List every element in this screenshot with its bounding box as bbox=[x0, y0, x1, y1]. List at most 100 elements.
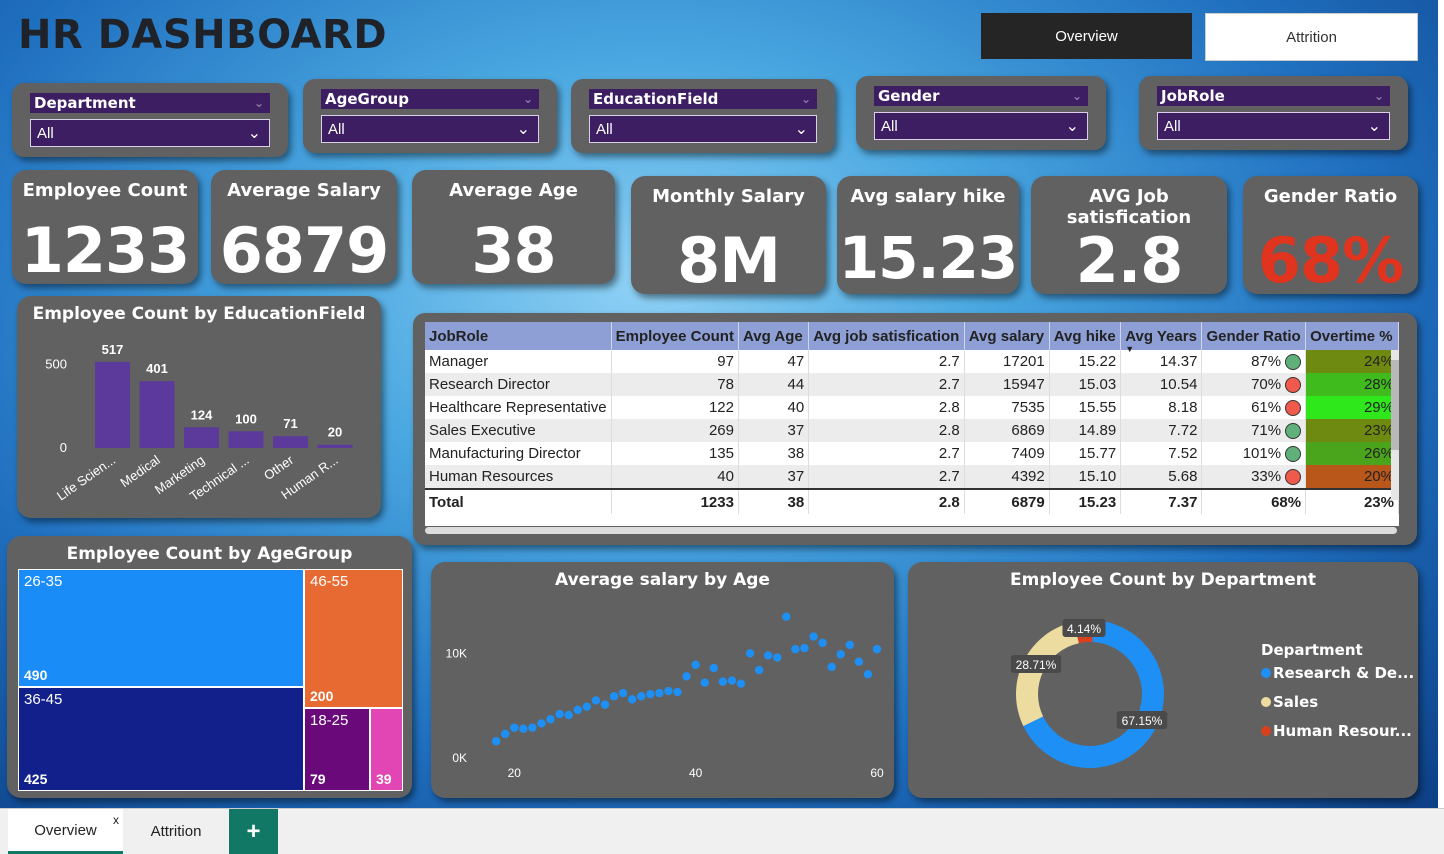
cell-avg-age: 38 bbox=[738, 442, 810, 465]
scatter-point bbox=[872, 644, 882, 654]
cell-gender-ratio: 33% bbox=[1201, 465, 1307, 489]
col-header-avg-age[interactable]: Avg Age bbox=[738, 322, 810, 350]
x-tick-label: 60 bbox=[870, 766, 884, 780]
overview-nav-button[interactable]: Overview bbox=[981, 13, 1192, 59]
scatter-point bbox=[745, 649, 755, 658]
kpi-avg-salary-hike: Avg salary hike 15.23 bbox=[837, 176, 1019, 294]
kpi-average-salary: Average Salary 6879 bbox=[211, 170, 397, 287]
scatter-point bbox=[528, 723, 537, 732]
kpi-avg-job-satisfaction: AVG Job satisfication 2.8 bbox=[1031, 176, 1227, 297]
treemap-tile-46-55[interactable]: 46-55 200 bbox=[304, 569, 403, 708]
cell-avg-age: 37 bbox=[738, 419, 810, 442]
cell-avg-hike: 15.77 bbox=[1049, 442, 1122, 465]
vertical-scrollbar[interactable] bbox=[1391, 350, 1399, 500]
col-header-gender-ratio[interactable]: Gender Ratio bbox=[1201, 322, 1307, 350]
cell-avg-age: 37 bbox=[738, 465, 810, 489]
scatter-point bbox=[827, 662, 836, 672]
agegroup-dropdown[interactable]: All ⌄ bbox=[321, 115, 539, 143]
scatter-point bbox=[637, 692, 646, 701]
y-tick-label: 0 bbox=[60, 440, 67, 455]
chevron-down-icon: ⌄ bbox=[800, 92, 811, 106]
treemap-tile-36-45[interactable]: 36-45 425 bbox=[18, 687, 304, 791]
col-header-overtime[interactable]: Overtime % bbox=[1305, 322, 1399, 350]
educationfield-dropdown[interactable]: All ⌄ bbox=[589, 115, 817, 143]
add-page-button[interactable]: + bbox=[229, 809, 278, 854]
scatter-point bbox=[582, 702, 592, 711]
table-row[interactable]: Manufacturing Director 135 38 2.7 7409 1… bbox=[425, 442, 1399, 465]
x-tick-label: Other bbox=[261, 452, 297, 483]
chevron-down-icon: ⌄ bbox=[516, 121, 530, 138]
cell-overtime: 24% bbox=[1305, 350, 1399, 373]
data-label: 4.14% bbox=[1067, 622, 1101, 636]
legend-item-human-resources[interactable]: Human Resour... bbox=[1261, 722, 1412, 740]
jobrole-dropdown[interactable]: All ⌄ bbox=[1157, 112, 1390, 140]
bar bbox=[317, 444, 353, 448]
scatter-point bbox=[491, 737, 501, 746]
treemap-tile-18-25[interactable]: 18-25 79 bbox=[304, 708, 370, 791]
department-slicer: Department ⌄ All ⌄ bbox=[12, 83, 288, 157]
scatter-point bbox=[627, 695, 637, 704]
cell-gender-ratio: 61% bbox=[1201, 396, 1307, 419]
table-row[interactable]: Manager 97 47 2.7 17201 15.22 14.37 87% … bbox=[425, 350, 1399, 373]
legend-item-research[interactable]: Research & De... bbox=[1261, 664, 1414, 682]
cell-employee-count: 269 bbox=[611, 419, 739, 442]
cell-total-hike: 15.23 bbox=[1049, 488, 1122, 514]
agegroup-slicer: AgeGroup ⌄ All ⌄ bbox=[303, 79, 557, 153]
bar bbox=[228, 431, 264, 448]
scatter-point bbox=[736, 679, 746, 688]
cell-gender-ratio: 71% bbox=[1201, 419, 1307, 442]
scatter-point bbox=[727, 676, 737, 685]
col-header-employee-count[interactable]: Employee Count bbox=[611, 322, 739, 350]
col-header-avg-years[interactable]: Avg Years ▼ bbox=[1120, 322, 1203, 354]
scatter-point bbox=[609, 692, 619, 701]
cell-avg-salary: 7535 bbox=[964, 396, 1050, 419]
attrition-nav-button[interactable]: Attrition bbox=[1205, 13, 1418, 61]
legend-dot-icon bbox=[1261, 697, 1271, 707]
table-row[interactable]: Sales Executive 269 37 2.8 6869 14.89 7.… bbox=[425, 419, 1399, 442]
agegroup-treemap-card: Employee Count by AgeGroup 26-35 490 36-4… bbox=[7, 536, 412, 798]
treemap-tile-26-35[interactable]: 26-35 490 bbox=[18, 569, 304, 687]
cell-avg-salary: 17201 bbox=[964, 350, 1050, 373]
x-tick-label: 20 bbox=[508, 766, 522, 780]
cell-overtime: 28% bbox=[1305, 373, 1399, 396]
col-header-avg-hike[interactable]: Avg hike bbox=[1049, 322, 1122, 350]
kpi-gender-ratio: Gender Ratio 68% bbox=[1243, 176, 1418, 297]
scatter-point bbox=[600, 700, 610, 709]
chart-title: Employee Count by AgeGroup bbox=[66, 544, 353, 564]
cell-employee-count: 78 bbox=[611, 373, 739, 396]
tab-overview[interactable]: Overview x bbox=[8, 809, 123, 854]
page-tab-bar: Overview x Attrition + bbox=[0, 808, 1444, 854]
horizontal-scrollbar[interactable] bbox=[425, 527, 1397, 534]
col-header-avg-job-satisfaction[interactable]: Avg job satisfication bbox=[808, 322, 965, 350]
cell-total-count: 1233 bbox=[611, 488, 739, 514]
table-row[interactable]: Human Resources 40 37 2.7 4392 15.10 5.6… bbox=[425, 465, 1399, 489]
department-dropdown[interactable]: All ⌄ bbox=[30, 119, 270, 147]
table-header-row: JobRole Employee Count Avg Age Avg job s… bbox=[425, 322, 1399, 354]
legend-item-sales[interactable]: Sales bbox=[1261, 693, 1318, 711]
col-header-jobrole[interactable]: JobRole bbox=[425, 322, 612, 350]
table-row[interactable]: Research Director 78 44 2.7 15947 15.03 … bbox=[425, 373, 1399, 396]
kpi-value: 8M bbox=[677, 224, 781, 297]
cell-employee-count: 122 bbox=[611, 396, 739, 419]
gender-dropdown[interactable]: All ⌄ bbox=[874, 112, 1088, 140]
cell-avg-years: 10.54 bbox=[1120, 373, 1203, 396]
dashboard-canvas: HR DASHBOARD Overview Attrition Departme… bbox=[0, 0, 1438, 808]
cell-avg-salary: 7409 bbox=[964, 442, 1050, 465]
status-dot-icon bbox=[1285, 377, 1302, 394]
cell-avg-satisfaction: 2.7 bbox=[808, 465, 965, 489]
scatter-point bbox=[501, 729, 510, 739]
scatter-point bbox=[718, 677, 728, 686]
scatter-point bbox=[845, 640, 854, 650]
kpi-value: 68% bbox=[1257, 224, 1404, 297]
scatter-point bbox=[564, 710, 573, 720]
kpi-value: 6879 bbox=[219, 214, 390, 287]
treemap-tile-55-plus[interactable]: 39 bbox=[370, 708, 403, 791]
close-icon[interactable]: x bbox=[113, 813, 119, 827]
table-row[interactable]: Healthcare Representative 122 40 2.8 753… bbox=[425, 396, 1399, 419]
tab-attrition[interactable]: Attrition bbox=[123, 809, 229, 854]
sort-descending-icon: ▼ bbox=[1125, 344, 1135, 354]
scrollbar-thumb[interactable] bbox=[1391, 360, 1399, 450]
bar bbox=[184, 427, 219, 448]
col-header-avg-salary[interactable]: Avg salary bbox=[964, 322, 1050, 350]
scatter-point bbox=[682, 672, 691, 681]
